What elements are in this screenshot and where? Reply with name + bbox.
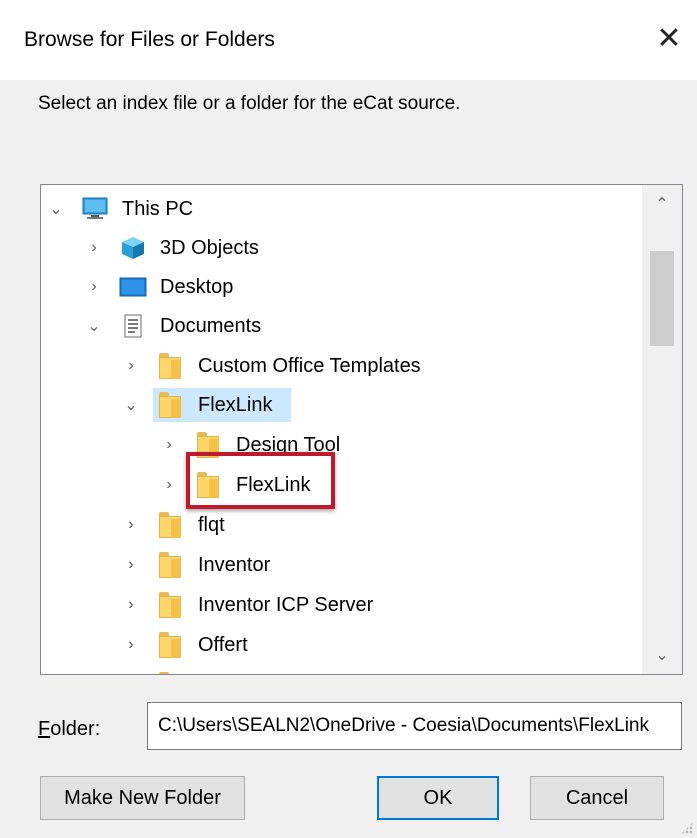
scroll-thumb[interactable] bbox=[650, 251, 674, 346]
expand-right-icon[interactable]: › bbox=[121, 635, 141, 655]
tree-item-label: Offert bbox=[198, 633, 248, 656]
expand-right-icon[interactable]: › bbox=[121, 595, 141, 615]
folder-icon bbox=[157, 353, 185, 379]
make-new-folder-button[interactable]: Make New Folder bbox=[40, 776, 245, 820]
tree-item-label: Desktop bbox=[160, 275, 234, 298]
folder-icon bbox=[157, 592, 185, 618]
tree-item-label: This PC bbox=[122, 197, 194, 220]
expand-right-icon[interactable]: › bbox=[121, 356, 141, 376]
cancel-button[interactable]: Cancel bbox=[530, 776, 664, 820]
3d-objects-icon bbox=[119, 235, 147, 261]
expand-right-icon[interactable]: › bbox=[159, 435, 179, 455]
tree-item-label: FlexLink bbox=[198, 393, 273, 416]
folder-tree[interactable]: ⌄ This PC › 3D Objects › Desktop ⌄ Docum… bbox=[40, 184, 683, 675]
expand-right-icon[interactable]: › bbox=[84, 277, 104, 297]
ok-button[interactable]: OK bbox=[377, 776, 499, 820]
title-bar: Browse for Files or Folders ✕ bbox=[0, 0, 697, 80]
expand-right-icon[interactable]: › bbox=[121, 515, 141, 535]
tree-item-partial bbox=[41, 666, 641, 674]
close-button[interactable]: ✕ bbox=[649, 18, 689, 58]
folder-icon bbox=[195, 432, 223, 458]
tree-item-3d-objects[interactable]: › 3D Objects bbox=[41, 229, 641, 267]
documents-icon bbox=[119, 313, 147, 339]
resize-grip-icon[interactable] bbox=[681, 822, 693, 834]
tree-item-label: Design Tool bbox=[236, 433, 341, 456]
scroll-up-arrow-icon[interactable]: ⌃ bbox=[642, 185, 682, 223]
expand-right-icon[interactable]: › bbox=[121, 555, 141, 575]
tree-item-label: Documents bbox=[160, 314, 262, 337]
folder-icon bbox=[157, 512, 185, 538]
tree-item-custom-office-templates[interactable]: › Custom Office Templates bbox=[41, 347, 641, 385]
tree-item-flexlink-selected[interactable]: ⌄ FlexLink bbox=[41, 386, 641, 424]
expand-down-icon[interactable]: ⌄ bbox=[121, 395, 141, 415]
expand-right-icon[interactable]: › bbox=[84, 238, 104, 258]
folder-icon bbox=[157, 392, 185, 418]
dialog-title: Browse for Files or Folders bbox=[24, 28, 275, 51]
instructions-text: Select an index file or a folder for the… bbox=[38, 93, 461, 114]
computer-icon bbox=[81, 196, 109, 222]
close-icon: ✕ bbox=[656, 21, 682, 55]
folder-icon bbox=[157, 672, 185, 674]
tree-item-label: Custom Office Templates bbox=[198, 354, 421, 377]
tree-item-this-pc[interactable]: ⌄ This PC bbox=[41, 190, 641, 228]
scroll-down-arrow-icon[interactable]: ⌄ bbox=[642, 636, 682, 674]
tree-item-desktop[interactable]: › Desktop bbox=[41, 268, 641, 306]
vertical-scrollbar[interactable]: ⌃ ⌄ bbox=[642, 185, 682, 674]
folder-icon bbox=[157, 632, 185, 658]
tree-item-documents[interactable]: ⌄ Documents bbox=[41, 307, 641, 345]
tree-item-design-tool[interactable]: › Design Tool bbox=[41, 426, 641, 464]
tree-item-inventor-icp-server[interactable]: › Inventor ICP Server bbox=[41, 586, 641, 624]
expand-down-icon[interactable]: ⌄ bbox=[84, 316, 104, 336]
tree-item-label: Inventor ICP Server bbox=[198, 593, 374, 616]
tree-item-flexlink-nested[interactable]: › FlexLink bbox=[41, 466, 641, 504]
folder-path-value: C:\Users\SEALN2\OneDrive - Coesia\Docume… bbox=[158, 715, 650, 736]
tree-item-label: 3D Objects bbox=[160, 236, 259, 259]
folder-icon bbox=[157, 552, 185, 578]
folder-label: Folder: bbox=[38, 718, 101, 740]
expand-right-icon[interactable]: › bbox=[159, 475, 179, 495]
tree-item-label: Inventor bbox=[198, 553, 271, 576]
tree-item-offert[interactable]: › Offert bbox=[41, 626, 641, 664]
folder-icon bbox=[195, 472, 223, 498]
folder-path-input[interactable]: C:\Users\SEALN2\OneDrive - Coesia\Docume… bbox=[147, 702, 682, 750]
expand-down-icon[interactable]: ⌄ bbox=[46, 199, 66, 219]
tree-item-label: FlexLink bbox=[236, 473, 311, 496]
tree-item-label: flqt bbox=[198, 513, 225, 536]
desktop-icon bbox=[119, 274, 147, 300]
tree-item-inventor[interactable]: › Inventor bbox=[41, 546, 641, 584]
tree-item-flqt[interactable]: › flqt bbox=[41, 506, 641, 544]
